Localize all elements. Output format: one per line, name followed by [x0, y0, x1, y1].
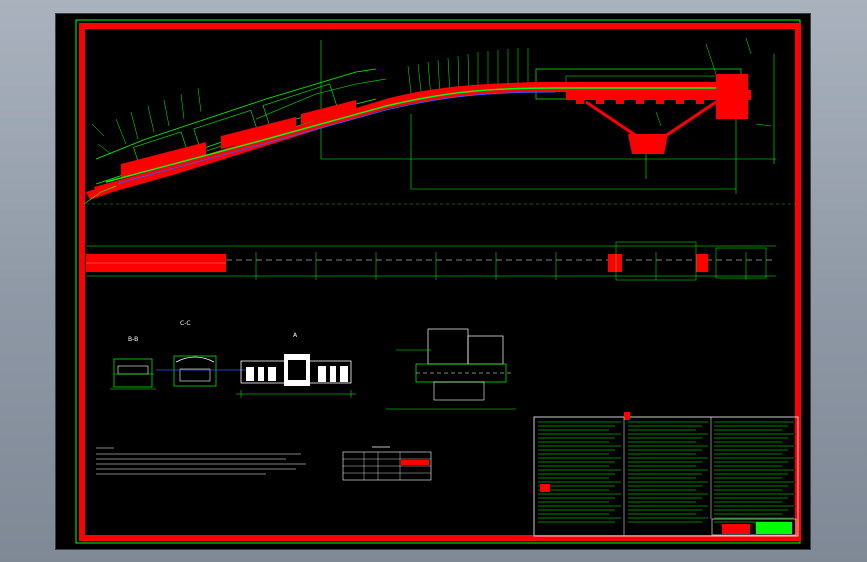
parts-list-title-block — [533, 412, 799, 537]
technical-notes — [96, 447, 306, 475]
section-c-label: C-C — [180, 320, 191, 327]
section-b-label: B-B — [128, 336, 138, 343]
section-a-label: A — [293, 332, 298, 339]
drawing-border — [79, 23, 801, 541]
section-views: B-B C-C A — [110, 320, 516, 410]
spec-table — [342, 446, 432, 481]
elevation-view — [83, 37, 796, 205]
conveyor-drawing: B-B C-C A — [75, 19, 801, 544]
plan-view — [86, 241, 776, 281]
cad-viewport[interactable]: B-B C-C A — [56, 14, 810, 549]
